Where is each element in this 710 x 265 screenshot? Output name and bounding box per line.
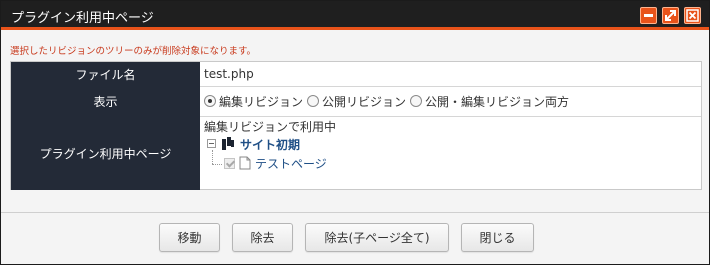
close-icon xyxy=(686,9,699,22)
page-tree: サイト初期 テストページ xyxy=(204,136,504,186)
display-radio-group: 編集リビジョン 公開リビジョン 公開・編集リビジョン両方 xyxy=(204,86,701,116)
remove-all-children-button[interactable]: 除去(子ページ全て) xyxy=(305,223,449,252)
plugin-usage-dialog: プラグイン利用中ページ 選択したリビジョンのツリーのみが削除対象になります。 フ… xyxy=(0,0,710,265)
tree-item-label[interactable]: テストページ xyxy=(255,155,327,172)
row-divider xyxy=(200,116,701,117)
minimize-button[interactable] xyxy=(640,7,657,24)
plugin-pages-label: プラグイン利用中ページ xyxy=(11,116,200,190)
minimize-icon xyxy=(644,14,653,17)
radio-public-revision-label: 公開リビジョン xyxy=(322,94,407,109)
display-label: 表示 xyxy=(11,86,200,116)
file-name-label: ファイル名 xyxy=(11,62,200,86)
delete-target-notice: 選択したリビジョンのツリーのみが削除対象になります。 xyxy=(10,46,257,57)
radio-public-revision[interactable]: 公開リビジョン xyxy=(307,93,406,110)
radio-edit-revision[interactable]: 編集リビジョン xyxy=(204,93,303,110)
maximize-button[interactable] xyxy=(662,7,679,24)
maximize-icon xyxy=(665,10,676,21)
radio-both-revisions-dot[interactable] xyxy=(410,95,423,107)
radio-edit-revision-dot[interactable] xyxy=(204,95,216,107)
usage-text: 編集リビジョンで利用中 xyxy=(204,120,337,134)
site-root-icon xyxy=(221,137,235,154)
file-name-value: test.php xyxy=(204,67,254,81)
tree-collapse-toggle[interactable] xyxy=(207,139,216,148)
tree-root-label[interactable]: サイト初期 xyxy=(240,136,300,153)
remove-button[interactable]: 除去 xyxy=(232,223,293,252)
footer-divider xyxy=(1,212,709,213)
radio-public-revision-dot[interactable] xyxy=(307,95,320,107)
close-window-button[interactable] xyxy=(684,7,701,24)
radio-edit-revision-label: 編集リビジョン xyxy=(219,94,304,109)
title-bar[interactable]: プラグイン利用中ページ xyxy=(1,1,709,30)
tree-item-checkbox[interactable] xyxy=(224,158,235,169)
dialog-title: プラグイン利用中ページ xyxy=(11,11,154,26)
page-icon xyxy=(239,156,251,173)
tree-connector xyxy=(212,150,213,164)
close-button[interactable]: 閉じる xyxy=(461,223,534,252)
radio-both-revisions-label: 公開・編集リビジョン両方 xyxy=(425,94,570,109)
details-table: ファイル名 表示 プラグイン利用中ページ test.php 編集リビジョン 公開… xyxy=(10,61,702,190)
move-button[interactable]: 移動 xyxy=(159,223,220,252)
tree-connector xyxy=(212,164,222,165)
radio-both-revisions[interactable]: 公開・編集リビジョン両方 xyxy=(410,93,569,110)
